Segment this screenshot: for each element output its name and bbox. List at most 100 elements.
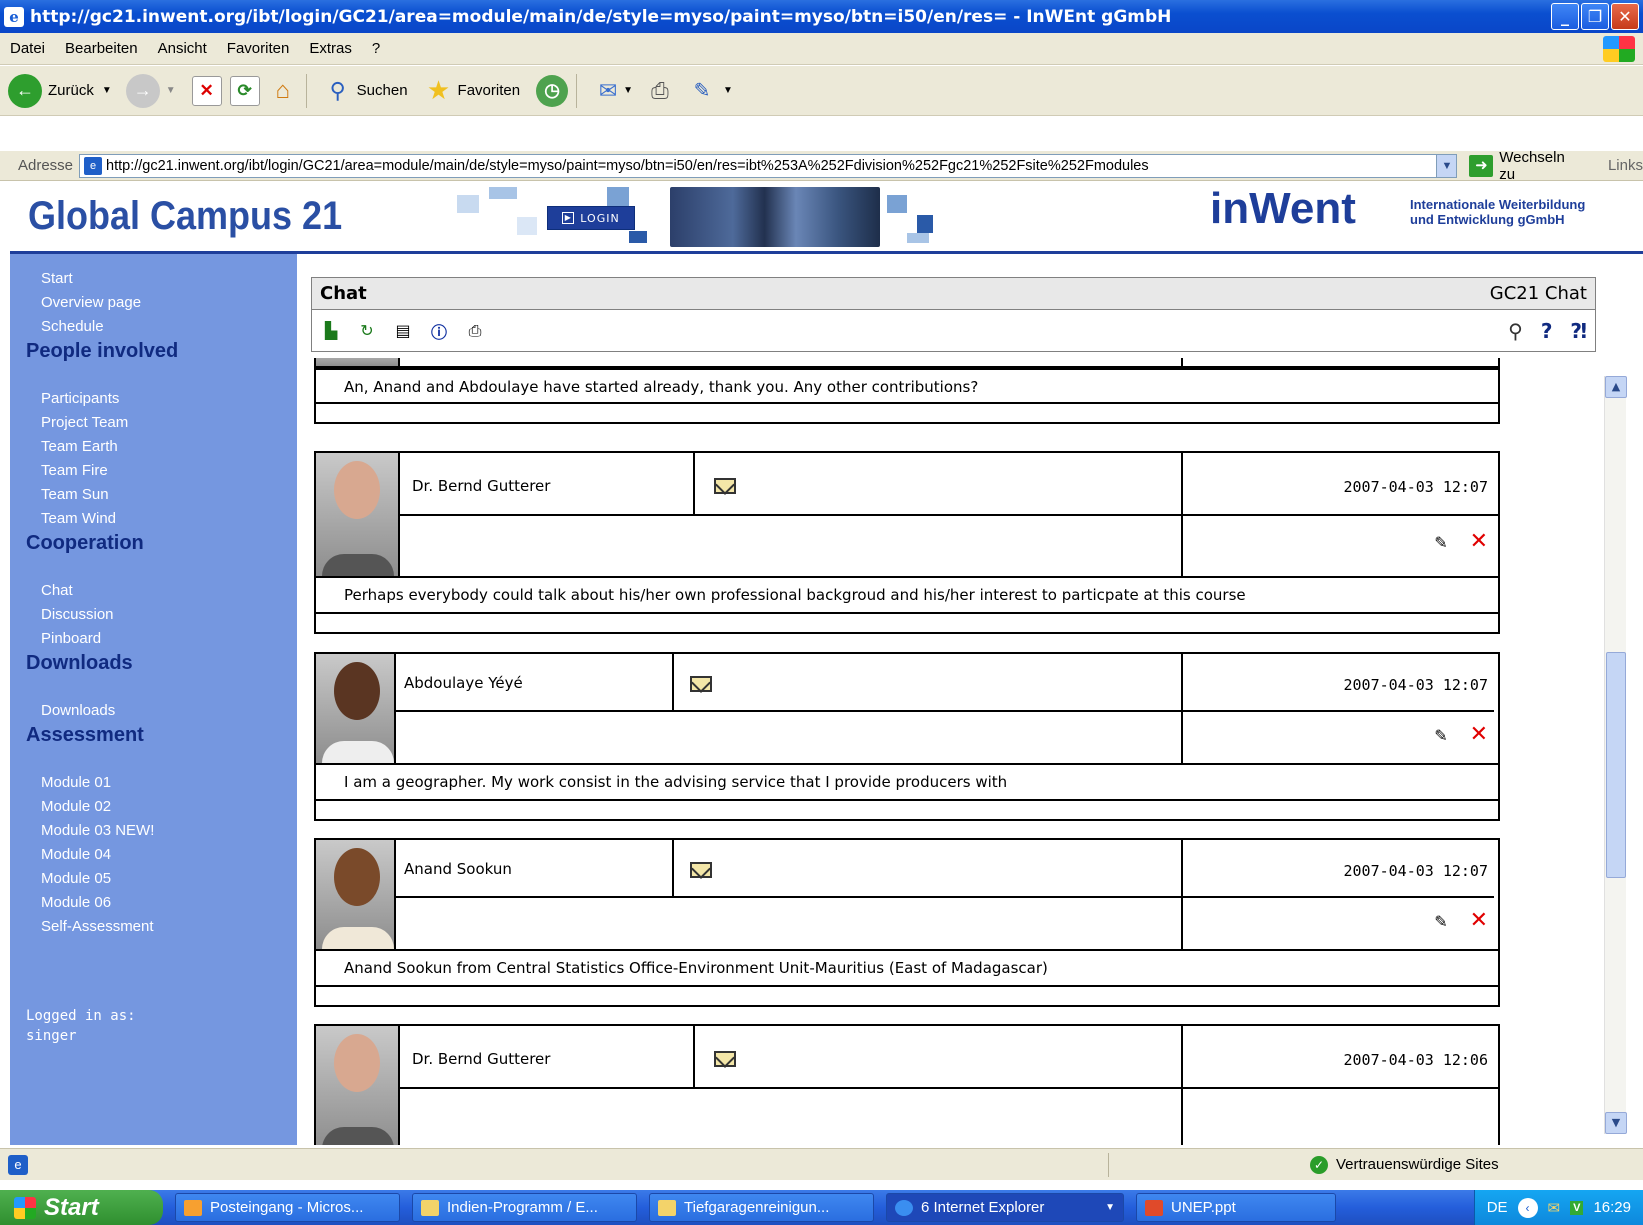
print-icon[interactable]: ⎙ — [645, 76, 675, 106]
taskbar-item-ppt[interactable]: UNEP.ppt — [1136, 1193, 1336, 1222]
edit-icon[interactable]: ✎ — [1430, 912, 1452, 932]
forward-button[interactable]: → ▼ — [125, 73, 176, 108]
chevron-down-icon[interactable]: ▼ — [723, 85, 733, 96]
chat-header: Chat GC21 Chat — [311, 277, 1596, 310]
mail-icon[interactable] — [714, 1051, 736, 1067]
sidebar-item-discussion[interactable]: Discussion — [41, 606, 114, 623]
sidebar-section-assessment[interactable]: Assessment — [26, 724, 144, 747]
site-logo[interactable]: Global Campus 21 — [28, 194, 342, 239]
chevron-down-icon[interactable]: ▼ — [166, 85, 176, 96]
scroll-down-icon[interactable]: ▼ — [1605, 1112, 1627, 1134]
delete-icon[interactable]: ✕ — [1470, 722, 1488, 747]
tray-arrow-icon[interactable]: ‹ — [1517, 1197, 1538, 1218]
security-zone[interactable]: ✓ Vertrauenswürdige Sites — [1310, 1155, 1499, 1174]
archive-icon[interactable]: ▤ — [392, 320, 414, 342]
favorites-button[interactable]: ★ Favoriten — [424, 75, 520, 106]
sidebar-item-team-wind[interactable]: Team Wind — [41, 510, 116, 527]
sidebar-item-chat[interactable]: Chat — [41, 582, 73, 599]
sidebar-item-downloads[interactable]: Downloads — [41, 702, 115, 719]
sidebar-item-pinboard[interactable]: Pinboard — [41, 630, 101, 647]
taskbar-item-indien[interactable]: Indien-Programm / E... — [412, 1193, 637, 1222]
post-author[interactable]: Anand Sookun — [404, 860, 512, 878]
page-scrollbar[interactable]: ▲ ▼ — [1604, 376, 1627, 1134]
chat-messages: An, Anand and Abdoulaye have started alr… — [297, 358, 1597, 1145]
sidebar-section-people[interactable]: People involved — [26, 340, 178, 363]
address-input[interactable]: e http://gc21.inwent.org/ibt/login/GC21/… — [79, 153, 1458, 178]
chevron-down-icon[interactable]: ▼ — [1436, 154, 1457, 177]
scroll-up-icon[interactable]: ▲ — [1605, 376, 1627, 398]
history-icon[interactable]: ◷ — [536, 74, 569, 107]
mail-icon[interactable] — [690, 676, 712, 692]
start-button[interactable]: Start — [0, 1190, 163, 1225]
mail-icon[interactable]: ✉ — [593, 76, 623, 106]
edit-icon[interactable]: ✎ — [1430, 533, 1452, 553]
sidebar-item-start[interactable]: Start — [41, 270, 73, 287]
sidebar-item-team-earth[interactable]: Team Earth — [41, 438, 118, 455]
delete-icon[interactable]: ✕ — [1470, 529, 1488, 554]
help-icon[interactable]: ? — [1541, 319, 1553, 343]
go-button[interactable]: ➜ Wechseln zu — [1469, 149, 1583, 183]
menu-bar: Datei Bearbeiten Ansicht Favoriten Extra… — [0, 33, 1643, 65]
post-author[interactable]: Dr. Bernd Gutterer — [412, 477, 550, 495]
menu-ansicht[interactable]: Ansicht — [148, 40, 217, 57]
sidebar-item-overview[interactable]: Overview page — [41, 294, 141, 311]
mail-icon[interactable]: ✉ — [1548, 1199, 1561, 1217]
info-icon[interactable]: ⓘ — [428, 320, 450, 342]
search-icon[interactable]: ⚲ — [1508, 319, 1523, 343]
vpn-icon[interactable]: V — [1570, 1200, 1584, 1215]
close-button[interactable]: ✕ — [1611, 3, 1639, 30]
sidebar-item-module-02[interactable]: Module 02 — [41, 798, 111, 815]
sidebar-item-schedule[interactable]: Schedule — [41, 318, 104, 335]
menu-bearbeiten[interactable]: Bearbeiten — [55, 40, 148, 57]
mail-icon[interactable] — [690, 862, 712, 878]
sidebar-item-self-assessment[interactable]: Self-Assessment — [41, 918, 154, 935]
sidebar-item-team-fire[interactable]: Team Fire — [41, 462, 108, 479]
back-button[interactable]: ← Zurück ▼ — [8, 73, 112, 108]
login-button[interactable]: ▶ LOGIN — [547, 206, 635, 230]
menu-extras[interactable]: Extras — [299, 40, 362, 57]
sidebar-item-module-06[interactable]: Module 06 — [41, 894, 111, 911]
sidebar-item-team-sun[interactable]: Team Sun — [41, 486, 109, 503]
scroll-thumb[interactable] — [1606, 652, 1626, 878]
edit-icon[interactable]: ✎ — [687, 76, 717, 106]
sidebar-section-downloads[interactable]: Downloads — [26, 652, 133, 675]
refresh-icon[interactable]: ⟳ — [229, 75, 260, 106]
language-indicator[interactable]: DE — [1487, 1199, 1508, 1216]
window-title-bar[interactable]: e http://gc21.inwent.org/ibt/login/GC21/… — [0, 0, 1643, 33]
taskbar-item-tiefgarage[interactable]: Tiefgaragenreinigun... — [649, 1193, 874, 1222]
sidebar-item-module-04[interactable]: Module 04 — [41, 846, 111, 863]
menu-favoriten[interactable]: Favoriten — [217, 40, 300, 57]
new-entry-icon[interactable]: ▙ — [320, 320, 342, 342]
sidebar-item-module-05[interactable]: Module 05 — [41, 870, 111, 887]
windows-logo-icon — [14, 1196, 36, 1219]
checkmark-icon: ✓ — [1310, 1155, 1328, 1174]
minimize-button[interactable]: _ — [1551, 3, 1579, 30]
search-button[interactable]: ⚲ Suchen — [323, 76, 408, 106]
delete-icon[interactable]: ✕ — [1470, 908, 1488, 933]
sidebar-item-project-team[interactable]: Project Team — [41, 414, 128, 431]
sidebar-item-module-01[interactable]: Module 01 — [41, 774, 111, 791]
taskbar: Start Posteingang - Micros... Indien-Pro… — [0, 1190, 1643, 1225]
print-icon[interactable]: ⎙ — [464, 320, 486, 342]
user-help-icon[interactable]: ⁈ — [1570, 319, 1587, 343]
sidebar-section-cooperation[interactable]: Cooperation — [26, 532, 144, 555]
home-icon[interactable]: ⌂ — [268, 76, 298, 106]
post-author[interactable]: Dr. Bernd Gutterer — [412, 1050, 550, 1068]
chevron-down-icon[interactable]: ▼ — [623, 85, 633, 96]
taskbar-item-ie[interactable]: 6 Internet Explorer ▼ — [886, 1193, 1124, 1222]
edit-icon[interactable]: ✎ — [1430, 726, 1452, 746]
mail-icon[interactable] — [714, 478, 736, 494]
address-url[interactable]: http://gc21.inwent.org/ibt/login/GC21/ar… — [106, 158, 1149, 174]
links-button[interactable]: Links — [1608, 157, 1643, 174]
taskbar-item-outlook[interactable]: Posteingang - Micros... — [175, 1193, 400, 1222]
sidebar-item-participants[interactable]: Participants — [41, 390, 119, 407]
stop-icon[interactable]: ✕ — [191, 75, 222, 106]
menu-datei[interactable]: Datei — [0, 40, 55, 57]
maximize-button[interactable]: ❐ — [1581, 3, 1609, 30]
post-date: 2007-04-03 12:06 — [1343, 1051, 1489, 1069]
menu-help[interactable]: ? — [362, 40, 390, 57]
chevron-down-icon[interactable]: ▼ — [102, 85, 112, 96]
reload-icon[interactable]: ↻ — [356, 320, 378, 342]
post-author[interactable]: Abdoulaye Yéyé — [404, 674, 523, 692]
sidebar-item-module-03[interactable]: Module 03 NEW! — [41, 822, 154, 839]
